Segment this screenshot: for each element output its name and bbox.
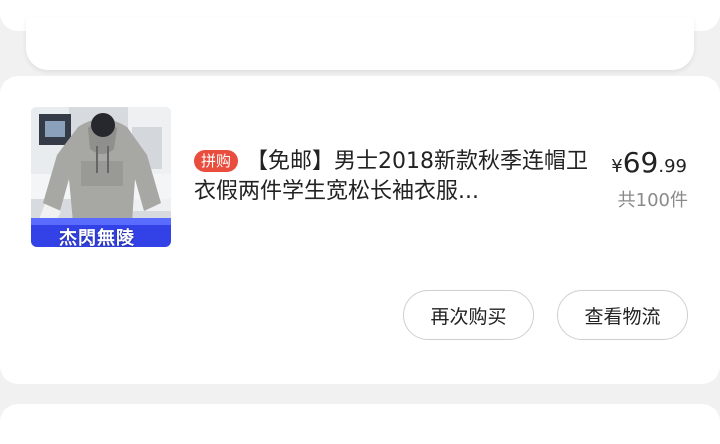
product-title-row[interactable]: 拼购 【免邮】男士2018新款秋季连帽卫衣假两件学生宽松长袖衣服... [194, 147, 594, 207]
price-symbol: ¥ [611, 156, 623, 177]
product-price: ¥69.99 [611, 146, 687, 179]
price-integer: 69 [622, 146, 659, 179]
buy-again-button[interactable]: 再次购买 [403, 290, 534, 340]
next-order-card [0, 404, 720, 444]
previous-order-inner-panel [26, 18, 694, 70]
order-card: 杰閃無陵 拼购 【免邮】男士2018新款秋季连帽卫衣假两件学生宽松长袖衣服... … [0, 76, 720, 384]
item-quantity: 共100件 [617, 190, 688, 211]
view-logistics-button[interactable]: 查看物流 [557, 290, 688, 340]
product-image[interactable]: 杰閃無陵 [31, 107, 171, 247]
image-banner-text: 杰閃無陵 [59, 228, 135, 247]
product-title: 【免邮】男士2018新款秋季连帽卫衣假两件学生宽松长袖衣服... [194, 149, 589, 204]
group-buy-badge: 拼购 [194, 150, 239, 172]
price-decimal: .99 [658, 156, 687, 177]
